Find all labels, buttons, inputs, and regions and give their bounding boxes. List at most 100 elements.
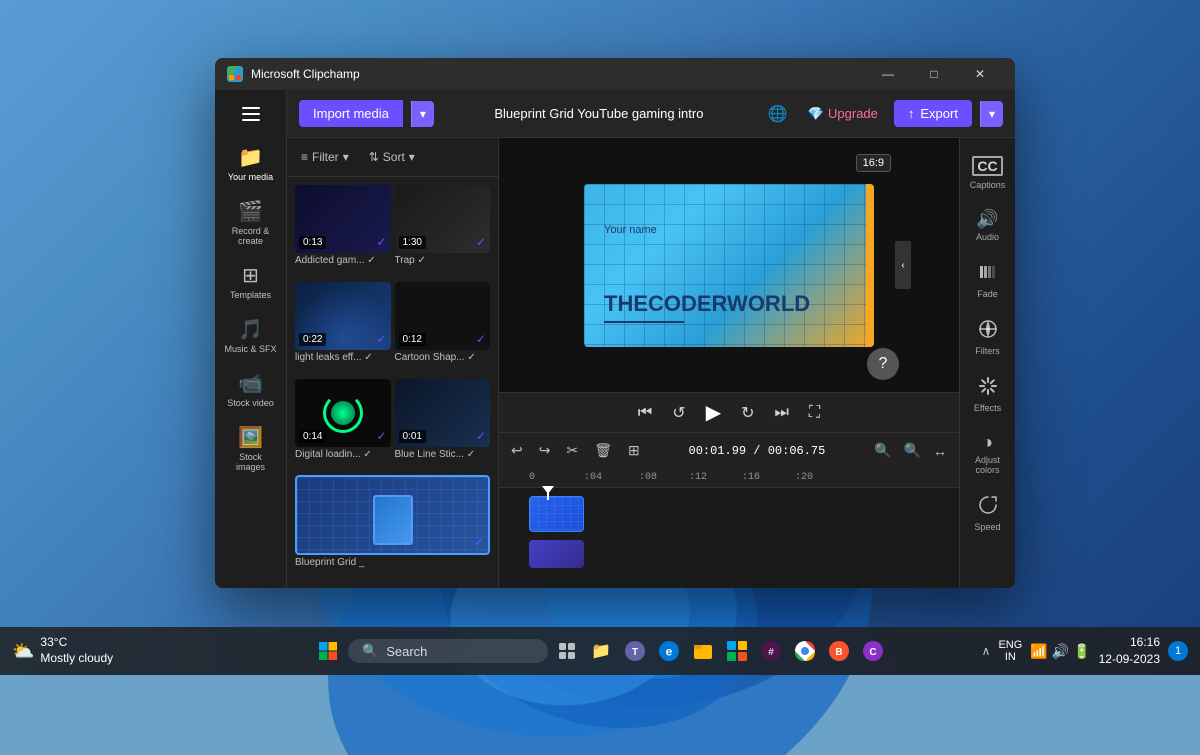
import-media-button[interactable]: Import media (299, 100, 403, 127)
media-label-1: Addicted gam... ✓ (295, 253, 391, 268)
cut-button[interactable]: ✂ (562, 438, 582, 463)
speed-icon (978, 495, 998, 518)
effects-icon (978, 376, 998, 399)
media-item-5[interactable]: 0:14 ✓ Digital loadin... ✓ (295, 379, 391, 472)
weather-widget[interactable]: ⛅ 33°C Mostly cloudy (12, 635, 113, 666)
search-bar[interactable]: 🔍 Search (348, 639, 548, 663)
taskbar-center: 🔍 Search 📁 T e (312, 635, 888, 667)
export-dropdown-button[interactable]: ▾ (980, 101, 1003, 127)
file-explorer-icon (692, 640, 714, 662)
adjust-colors-label: Adjustcolors (975, 455, 1000, 475)
delete-button[interactable]: 🗑 (590, 438, 616, 463)
media-item-4[interactable]: 0:12 ✓ Cartoon Shap... ✓ (395, 282, 491, 375)
filters-panel-item[interactable]: Filters (960, 309, 1015, 366)
upgrade-button[interactable]: 💎 Upgrade (800, 102, 886, 126)
speed-panel-item[interactable]: Speed (960, 485, 1015, 542)
playback-controls: ⏮ ↺ ▶ ↻ ⏭ ⛶ (499, 392, 959, 432)
system-tray-expand[interactable]: ∧ (982, 644, 991, 658)
media-item-6[interactable]: 0:01 ✓ Blue Line Stic... ✓ (395, 379, 491, 472)
taskbar-icon-clipchamp[interactable]: C (858, 636, 888, 666)
fullscreen-button[interactable]: ⛶ (805, 400, 824, 426)
volume-icon[interactable]: 🔊 (1052, 643, 1069, 660)
sidebar-label-your-media: Your media (228, 172, 273, 182)
undo-button[interactable]: ↩ (507, 438, 527, 463)
start-button[interactable] (312, 635, 344, 667)
hamburger-line-1 (242, 107, 260, 109)
captions-label: Captions (970, 180, 1006, 190)
wifi-button[interactable]: 🌐 (764, 100, 792, 128)
audio-panel-item[interactable]: 🔊 Audio (960, 200, 1015, 252)
timeline-controls: ↩ ↪ ✂ 🗑 ⊞ 00:01.99 / 00:06.75 🔍 🔍 ↔ (499, 432, 959, 468)
fade-icon (978, 262, 998, 285)
captions-panel-item[interactable]: CC Captions (960, 146, 1015, 200)
rewind-5s-button[interactable]: ↺ (668, 399, 689, 427)
media-item-1[interactable]: 0:13 ✓ Addicted gam... ✓ (295, 185, 391, 278)
sidebar-item-your-media[interactable]: 📁 Your media (215, 138, 286, 192)
collapse-right-panel-button[interactable]: ‹ (895, 241, 911, 289)
taskbar-icon-slack[interactable]: # (756, 636, 786, 666)
fit-to-window-button[interactable]: ↔ (929, 439, 951, 463)
media-label-7: Blueprint Grid _ (295, 555, 490, 570)
preview-subtitle: Your name (604, 224, 657, 236)
preview-area: Your name THECODERWORLD 16:9 ‹ ? (499, 138, 959, 392)
sort-label: Sort (383, 150, 405, 164)
media-item-2[interactable]: 1:30 ✓ Trap ✓ (395, 185, 491, 278)
skip-to-start-button[interactable]: ⏮ (634, 400, 656, 426)
notification-badge[interactable]: 1 (1168, 641, 1188, 661)
play-pause-button[interactable]: ▶ (702, 396, 725, 429)
sort-icon: ⇅ (369, 150, 379, 164)
fade-panel-item[interactable]: Fade (960, 252, 1015, 309)
taskbar-icon-file-explorer[interactable] (688, 636, 718, 666)
aspect-ratio-badge: 16:9 (856, 154, 891, 172)
sidebar-item-record-create[interactable]: 🎬 Record &create (215, 192, 286, 256)
media-check-4: ✓ (476, 332, 486, 346)
media-panel: ≡ Filter ▾ ⇅ Sort ▾ (287, 138, 499, 588)
taskbar-icon-microsoft-store[interactable] (722, 636, 752, 666)
sidebar-item-templates[interactable]: ⊞ Templates (215, 256, 286, 310)
zoom-out-button[interactable]: 🔍 (870, 438, 895, 463)
adjust-colors-panel-item[interactable]: ◑ Adjustcolors (960, 423, 1015, 485)
minimize-button[interactable]: — (865, 58, 911, 90)
captions-icon: CC (972, 156, 1002, 176)
taskbar-icon-chrome[interactable] (790, 636, 820, 666)
sort-chevron-icon: ▾ (409, 150, 415, 164)
close-button[interactable]: ✕ (957, 58, 1003, 90)
effects-panel-item[interactable]: Effects (960, 366, 1015, 423)
hamburger-button[interactable] (231, 98, 271, 130)
split-button[interactable]: ⊞ (624, 438, 644, 463)
forward-5s-button[interactable]: ↻ (737, 399, 758, 427)
export-button[interactable]: ↑ Export (894, 100, 972, 127)
wifi-icon[interactable]: 📶 (1030, 643, 1047, 660)
media-duration-1: 0:13 (299, 236, 326, 249)
diamond-icon: 💎 (808, 106, 824, 122)
help-button[interactable]: ? (867, 348, 899, 380)
media-grid: 0:13 ✓ Addicted gam... ✓ 1:30 ✓ Trap ✓ (287, 177, 498, 588)
sort-button[interactable]: ⇅ Sort ▾ (363, 146, 421, 168)
sidebar-item-music-sfx[interactable]: 🎵 Music & SFX (215, 310, 286, 364)
sidebar-item-stock-video[interactable]: 📹 Stock video (215, 364, 286, 418)
taskbar-icon-teams[interactable]: T (620, 636, 650, 666)
language-indicator[interactable]: ENG IN (998, 639, 1022, 663)
windows-logo-icon (318, 641, 338, 661)
import-dropdown-button[interactable]: ▾ (411, 101, 434, 127)
redo-button[interactable]: ↪ (535, 438, 555, 463)
language-eng: ENG (998, 639, 1022, 651)
system-clock[interactable]: 16:16 12-09-2023 (1099, 634, 1160, 668)
zoom-in-button[interactable]: 🔍 (900, 438, 925, 463)
media-item-3[interactable]: 0:22 ✓ light leaks eff... ✓ (295, 282, 391, 375)
taskbar-icon-brave[interactable]: B (824, 636, 854, 666)
clock-time: 16:16 (1130, 634, 1160, 651)
battery-icon[interactable]: 🔋 (1073, 643, 1090, 660)
skip-to-end-button[interactable]: ⏭ (771, 400, 793, 426)
taskbar-icon-edge[interactable]: e (654, 636, 684, 666)
effects-label: Effects (974, 403, 1001, 413)
video-track-clip[interactable] (529, 496, 584, 532)
audio-track-clip[interactable] (529, 540, 584, 568)
taskbar-icon-explorer[interactable]: 📁 (586, 636, 616, 666)
maximize-button[interactable]: □ (911, 58, 957, 90)
filter-button[interactable]: ≡ Filter ▾ (295, 146, 355, 168)
taskbar-icon-taskview[interactable] (552, 636, 582, 666)
preview-sidebar-decoration (866, 184, 874, 347)
sidebar-item-stock-images[interactable]: 🖼️ Stockimages (215, 418, 286, 482)
media-item-7[interactable]: ✓ Blueprint Grid _ (295, 475, 490, 580)
